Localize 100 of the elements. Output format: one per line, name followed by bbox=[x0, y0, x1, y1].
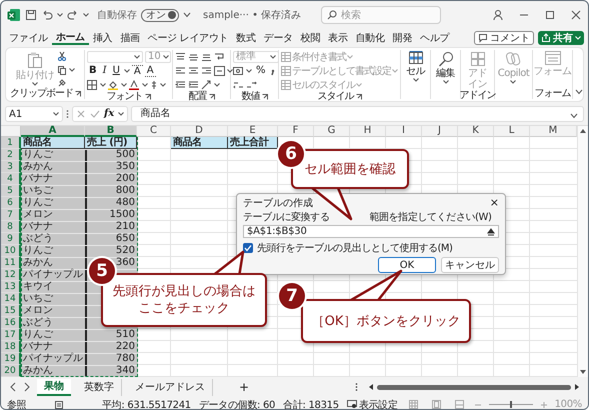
row-header[interactable]: 3 bbox=[1, 161, 21, 173]
menu-tab[interactable]: ページ レイアウト bbox=[144, 30, 232, 45]
dialog-launcher-icon[interactable] bbox=[262, 94, 268, 100]
scroll-left-icon[interactable] bbox=[368, 383, 374, 391]
zoom-slider-thumb[interactable] bbox=[510, 401, 512, 408]
caret-icon[interactable] bbox=[142, 82, 148, 86]
column-header[interactable]: G bbox=[314, 126, 350, 137]
row-header[interactable]: 4 bbox=[1, 173, 21, 185]
redo-icon[interactable] bbox=[67, 9, 79, 21]
caret-icon[interactable] bbox=[442, 80, 448, 84]
row-header[interactable]: 17 bbox=[1, 329, 21, 341]
sheet-tab[interactable]: メールアドレス bbox=[128, 378, 213, 396]
currency-icon[interactable] bbox=[233, 66, 244, 76]
copy-icon[interactable] bbox=[57, 64, 67, 74]
comment-button[interactable]: コメント bbox=[474, 30, 534, 44]
row-header[interactable]: 13 bbox=[1, 281, 21, 293]
column-header[interactable]: K bbox=[458, 126, 494, 137]
merge-cells-icon[interactable] bbox=[214, 66, 225, 76]
menu-tab[interactable]: 挿入 bbox=[88, 30, 116, 45]
dialog-launcher-icon[interactable] bbox=[208, 94, 214, 100]
row-header[interactable]: 7 bbox=[1, 209, 21, 221]
text-orientation-icon[interactable] bbox=[201, 80, 212, 90]
search-field[interactable]: 検索 bbox=[321, 6, 442, 24]
align-middle-icon[interactable] bbox=[188, 52, 199, 62]
next-sheet-icon[interactable] bbox=[23, 382, 31, 392]
document-title[interactable]: sample··· • 保存済み bbox=[203, 8, 302, 22]
scissors-icon[interactable] bbox=[57, 51, 67, 61]
row-header[interactable]: 18 bbox=[1, 341, 21, 353]
borders-icon[interactable] bbox=[87, 80, 98, 90]
dialog-launcher-icon[interactable] bbox=[75, 90, 81, 96]
row-header[interactable]: 2 bbox=[1, 149, 21, 161]
name-box[interactable]: A1 bbox=[5, 106, 63, 122]
column-header[interactable]: F bbox=[278, 126, 314, 137]
caret-icon[interactable] bbox=[121, 82, 127, 86]
font-color-icon[interactable] bbox=[129, 80, 140, 90]
cancel-button[interactable]: キャンセル bbox=[441, 257, 499, 273]
search-input[interactable]: 検索 bbox=[341, 8, 436, 22]
menu-tab[interactable]: 描画 bbox=[116, 30, 144, 45]
menu-tab[interactable]: 表示 bbox=[324, 30, 352, 45]
caret-icon[interactable] bbox=[160, 82, 166, 86]
row-header[interactable]: 11 bbox=[1, 257, 21, 269]
scroll-right-icon[interactable] bbox=[574, 383, 580, 391]
align-center-icon[interactable] bbox=[188, 66, 199, 76]
row-header[interactable]: 8 bbox=[1, 221, 21, 233]
checkbox[interactable] bbox=[243, 242, 253, 252]
caret-icon[interactable] bbox=[412, 78, 418, 82]
menu-tab[interactable]: 数式 bbox=[232, 30, 260, 45]
scrollbar-thumb[interactable] bbox=[377, 384, 571, 390]
menu-tab[interactable]: ファイル bbox=[5, 30, 52, 45]
wrap-text-icon[interactable] bbox=[214, 52, 225, 62]
align-bottom-icon[interactable] bbox=[201, 52, 212, 62]
increase-indent-icon[interactable] bbox=[188, 80, 199, 90]
column-header[interactable]: A bbox=[21, 126, 85, 137]
more-options-icon[interactable] bbox=[355, 382, 358, 392]
menu-tab[interactable]: 校閲 bbox=[296, 30, 324, 45]
align-top-icon[interactable] bbox=[175, 52, 186, 62]
caret-icon[interactable] bbox=[69, 68, 75, 72]
row-header[interactable]: 16 bbox=[1, 317, 21, 329]
formula-field[interactable]: 商品名 bbox=[131, 106, 584, 122]
caret-icon[interactable] bbox=[53, 112, 59, 116]
column-header[interactable]: H bbox=[350, 126, 386, 137]
close-icon[interactable] bbox=[570, 9, 582, 21]
cells-button[interactable]: セル bbox=[406, 50, 425, 82]
add-sheet-button[interactable]: + bbox=[239, 380, 250, 394]
caret-icon[interactable] bbox=[270, 54, 276, 58]
collapse-ribbon-icon[interactable] bbox=[575, 89, 583, 95]
collapse-dialog-icon[interactable] bbox=[487, 228, 495, 236]
bold-button[interactable]: B bbox=[87, 64, 99, 76]
underline-button[interactable]: U bbox=[110, 64, 122, 76]
menu-tab[interactable]: ホーム bbox=[52, 30, 89, 45]
menu-tab[interactable]: データ bbox=[260, 30, 297, 45]
row-header[interactable]: 9 bbox=[1, 233, 21, 245]
italic-button[interactable]: I bbox=[100, 64, 109, 76]
column-header[interactable]: M bbox=[530, 126, 577, 137]
sheet-tab[interactable]: 果物 bbox=[37, 378, 71, 396]
autosave-toggle[interactable]: オン bbox=[141, 8, 179, 22]
column-header[interactable]: I bbox=[386, 126, 422, 137]
share-button[interactable]: 共有 bbox=[538, 30, 584, 44]
format-painter-icon[interactable] bbox=[57, 78, 67, 88]
caret-icon[interactable] bbox=[83, 13, 89, 17]
menu-tab[interactable]: 開発 bbox=[388, 30, 416, 45]
column-header[interactable]: B bbox=[85, 126, 137, 137]
maximize-icon[interactable] bbox=[544, 9, 556, 21]
caret-icon[interactable] bbox=[227, 68, 233, 72]
range-field[interactable]: $A$1:$B$30 bbox=[243, 225, 499, 238]
decrease-font-size-button[interactable]: A bbox=[144, 64, 156, 76]
fill-color-icon[interactable] bbox=[108, 80, 119, 90]
row-header[interactable]: 5 bbox=[1, 185, 21, 197]
row-header[interactable]: 10 bbox=[1, 245, 21, 257]
display-settings-button[interactable]: 表示設定 bbox=[346, 398, 398, 409]
column-header[interactable]: L bbox=[494, 126, 530, 137]
close-button[interactable]: × bbox=[490, 196, 499, 208]
decrease-decimal-icon[interactable] bbox=[246, 80, 257, 90]
increase-font-size-button[interactable]: A bbox=[132, 64, 143, 76]
row-header[interactable]: 1 bbox=[1, 137, 21, 149]
caret-icon[interactable] bbox=[118, 112, 124, 116]
menu-tab[interactable]: ヘルプ bbox=[416, 30, 454, 45]
caret-icon[interactable] bbox=[124, 68, 130, 72]
dialog-launcher-icon[interactable] bbox=[144, 94, 150, 100]
customize-caret-icon[interactable] bbox=[183, 12, 191, 18]
